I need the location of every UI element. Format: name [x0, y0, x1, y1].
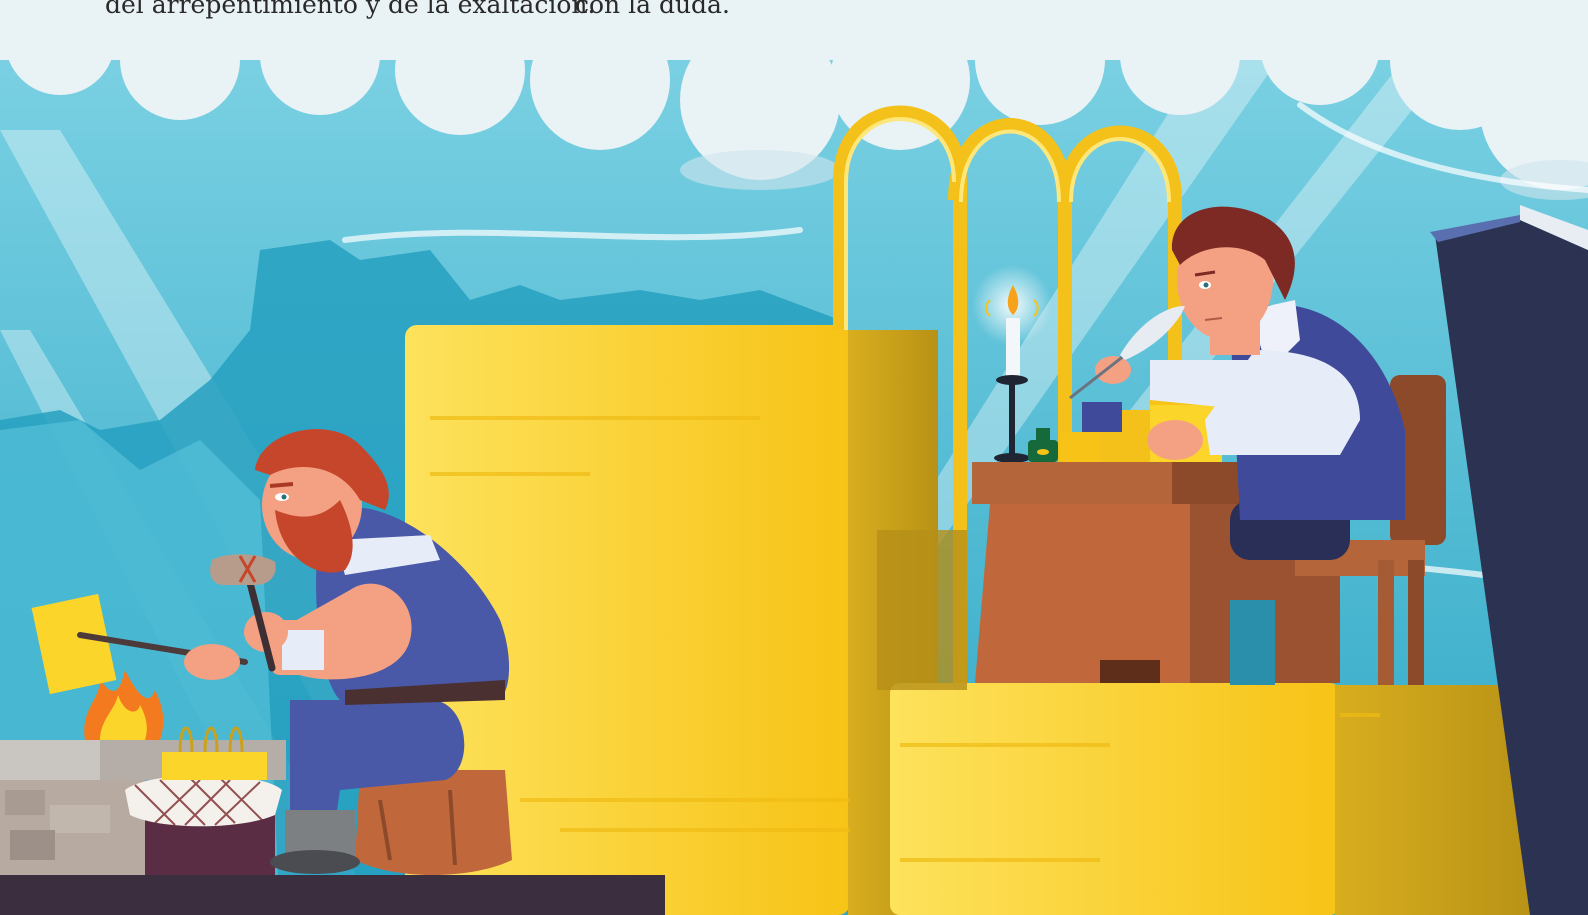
gold-platform [890, 683, 1340, 915]
illustration-scene [0, 0, 1588, 915]
caption-right: con la duda. [575, 0, 730, 19]
caption-left: del arrepentimiento y de la exaltación. [105, 0, 596, 19]
ground-base [0, 875, 665, 915]
gold-dark-pillar [877, 530, 967, 690]
cloth-basket [125, 775, 282, 875]
